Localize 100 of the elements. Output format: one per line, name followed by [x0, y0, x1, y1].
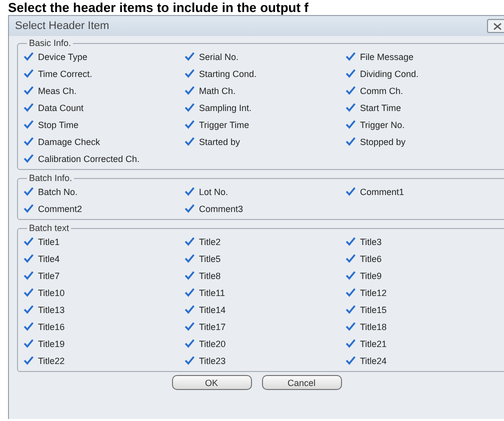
- checkbox[interactable]: [345, 85, 356, 96]
- checkbox[interactable]: [184, 355, 195, 366]
- checkbox-option[interactable]: Title3: [345, 233, 495, 250]
- checkbox[interactable]: [184, 287, 195, 298]
- checkbox-option[interactable]: Title6: [345, 250, 495, 267]
- checkbox-option[interactable]: File Message: [345, 48, 495, 65]
- checkbox-option[interactable]: Dividing Cond.: [345, 65, 495, 82]
- checkbox[interactable]: [184, 119, 195, 130]
- checkbox[interactable]: [184, 203, 195, 214]
- checkbox-option[interactable]: Title12: [345, 284, 495, 301]
- close-button[interactable]: [487, 19, 504, 33]
- checkbox-option[interactable]: Math Ch.: [184, 82, 345, 99]
- checkbox[interactable]: [184, 186, 195, 197]
- checkbox-option[interactable]: Stop Time: [23, 116, 184, 133]
- checkbox-option[interactable]: Title23: [184, 352, 345, 369]
- checkbox[interactable]: [345, 119, 356, 130]
- checkbox[interactable]: [184, 253, 195, 264]
- checkbox[interactable]: [23, 270, 34, 281]
- checkbox[interactable]: [345, 68, 356, 79]
- checkbox-option[interactable]: Starting Cond.: [184, 65, 345, 82]
- checkbox-option[interactable]: Lot No.: [184, 183, 345, 200]
- checkbox[interactable]: [23, 102, 34, 113]
- checkbox[interactable]: [23, 355, 34, 366]
- checkbox-option[interactable]: Title15: [345, 301, 495, 318]
- checkbox[interactable]: [23, 136, 34, 147]
- checkbox-option[interactable]: Title5: [184, 250, 345, 267]
- checkbox[interactable]: [184, 85, 195, 96]
- checkbox[interactable]: [23, 119, 34, 130]
- checkbox[interactable]: [345, 236, 356, 247]
- checkbox-option[interactable]: Title19: [23, 335, 184, 352]
- checkbox-option[interactable]: Title14: [184, 301, 345, 318]
- checkbox-option[interactable]: Start Time: [345, 99, 495, 116]
- checkbox[interactable]: [345, 186, 356, 197]
- checkbox[interactable]: [184, 236, 195, 247]
- checkbox-option[interactable]: Time Correct.: [23, 65, 184, 82]
- checkbox-option[interactable]: Serial No.: [184, 48, 345, 65]
- checkbox-option[interactable]: Title18: [345, 318, 495, 335]
- checkbox-option[interactable]: Title7: [23, 267, 184, 284]
- checkbox[interactable]: [23, 85, 34, 96]
- checkbox[interactable]: [23, 253, 34, 264]
- checkbox[interactable]: [345, 270, 356, 281]
- checkbox[interactable]: [184, 136, 195, 147]
- checkbox-option[interactable]: Title4: [23, 250, 184, 267]
- checkbox-option[interactable]: Trigger Time: [184, 116, 345, 133]
- checkbox[interactable]: [184, 68, 195, 79]
- checkbox-option[interactable]: Title8: [184, 267, 345, 284]
- checkbox-option[interactable]: Title1: [23, 233, 184, 250]
- checkbox[interactable]: [184, 304, 195, 315]
- checkbox[interactable]: [184, 338, 195, 349]
- group-label: Batch text: [28, 223, 70, 233]
- checkbox-option[interactable]: Title9: [345, 267, 495, 284]
- checkbox[interactable]: [23, 338, 34, 349]
- checkbox-option[interactable]: Title20: [184, 335, 345, 352]
- checkbox-option[interactable]: Trigger No.: [345, 116, 495, 133]
- checkbox[interactable]: [345, 51, 356, 62]
- checkbox-option[interactable]: Title24: [345, 352, 495, 369]
- checkbox-option[interactable]: Meas Ch.: [23, 82, 184, 99]
- checkbox[interactable]: [345, 102, 356, 113]
- checkbox[interactable]: [345, 338, 356, 349]
- checkbox-option[interactable]: Title2: [184, 233, 345, 250]
- checkbox-option[interactable]: Batch No.: [23, 183, 184, 200]
- checkbox[interactable]: [345, 304, 356, 315]
- checkbox-option[interactable]: Title21: [345, 335, 495, 352]
- checkbox[interactable]: [184, 51, 195, 62]
- checkbox-option[interactable]: Data Count: [23, 99, 184, 116]
- checkbox[interactable]: [184, 102, 195, 113]
- checkbox[interactable]: [23, 304, 34, 315]
- checkbox[interactable]: [23, 236, 34, 247]
- checkbox[interactable]: [23, 321, 34, 332]
- checkbox-option[interactable]: Sampling Int.: [184, 99, 345, 116]
- checkbox-option[interactable]: Damage Check: [23, 133, 184, 150]
- checkbox[interactable]: [23, 203, 34, 214]
- checkbox[interactable]: [184, 321, 195, 332]
- checkbox-option[interactable]: Title10: [23, 284, 184, 301]
- checkbox[interactable]: [23, 186, 34, 197]
- checkbox-option[interactable]: Comment2: [23, 200, 184, 217]
- checkbox-option[interactable]: Started by: [184, 133, 345, 150]
- dialog-button[interactable]: Cancel: [262, 375, 342, 390]
- checkbox[interactable]: [23, 153, 34, 164]
- checkbox-option[interactable]: Calibration Corrected Ch.: [23, 150, 184, 167]
- checkbox[interactable]: [345, 321, 356, 332]
- checkbox[interactable]: [184, 270, 195, 281]
- checkbox[interactable]: [23, 51, 34, 62]
- checkbox-option[interactable]: Stopped by: [345, 133, 495, 150]
- checkbox-option[interactable]: Title22: [23, 352, 184, 369]
- checkbox[interactable]: [345, 253, 356, 264]
- checkbox-option[interactable]: Comm Ch.: [345, 82, 495, 99]
- checkbox[interactable]: [23, 68, 34, 79]
- checkbox-option[interactable]: Title13: [23, 301, 184, 318]
- dialog-button[interactable]: OK: [172, 375, 252, 390]
- checkbox[interactable]: [23, 287, 34, 298]
- checkbox-option[interactable]: Comment3: [184, 200, 345, 217]
- checkbox-option[interactable]: Title17: [184, 318, 345, 335]
- checkbox[interactable]: [345, 287, 356, 298]
- checkbox[interactable]: [345, 355, 356, 366]
- checkbox-option[interactable]: Device Type: [23, 48, 184, 65]
- checkbox-option[interactable]: Title16: [23, 318, 184, 335]
- checkbox-option[interactable]: Comment1: [345, 183, 495, 200]
- checkbox[interactable]: [345, 136, 356, 147]
- checkbox-option[interactable]: Title11: [184, 284, 345, 301]
